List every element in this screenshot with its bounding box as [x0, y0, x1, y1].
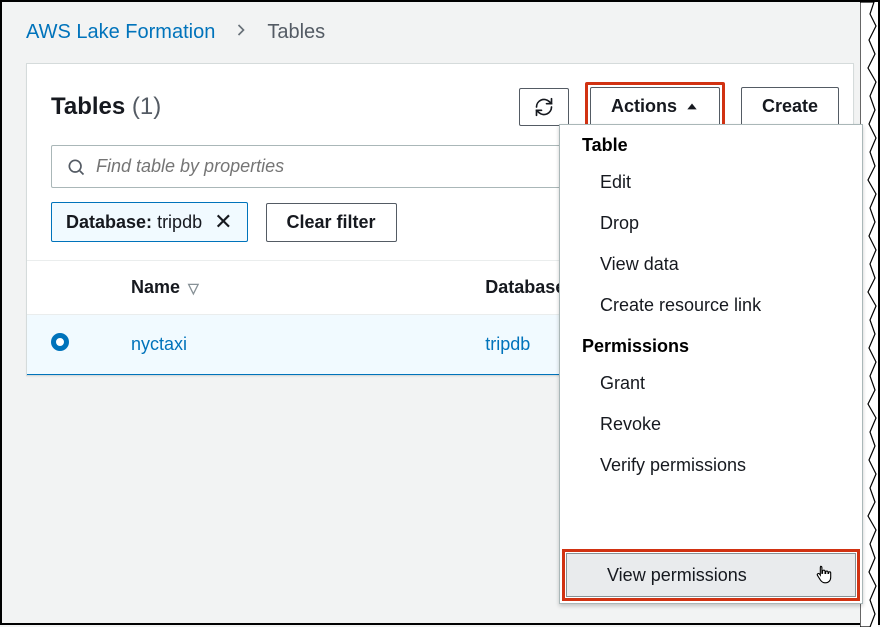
- refresh-button[interactable]: [519, 88, 569, 126]
- tables-panel: Tables (1) Actions Create Database: trip…: [26, 63, 854, 376]
- breadcrumb-root-link[interactable]: AWS Lake Formation: [26, 21, 215, 44]
- dropdown-item-drop[interactable]: Drop: [560, 203, 862, 244]
- dropdown-section-permissions: Permissions: [560, 326, 862, 363]
- caret-up-icon: [685, 100, 699, 114]
- refresh-icon: [534, 97, 554, 117]
- create-button[interactable]: Create: [741, 87, 839, 126]
- page-title: Tables (1): [51, 93, 503, 121]
- filter-chip-database[interactable]: Database: tripdb ✕: [51, 202, 248, 242]
- chevron-right-icon: [231, 20, 251, 45]
- dropdown-item-grant[interactable]: Grant: [560, 363, 862, 404]
- dropdown-item-create-resource-link[interactable]: Create resource link: [560, 285, 862, 326]
- close-icon[interactable]: ✕: [214, 211, 232, 233]
- view-permissions-highlight: View permissions: [562, 549, 860, 601]
- sort-icon: ▽: [188, 280, 199, 296]
- breadcrumb-current: Tables: [267, 21, 325, 44]
- cursor-pointer-icon: [813, 564, 833, 586]
- actions-dropdown: Table Edit Drop View data Create resourc…: [559, 124, 863, 604]
- clear-filter-button[interactable]: Clear filter: [266, 203, 397, 242]
- dropdown-item-edit[interactable]: Edit: [560, 162, 862, 203]
- dropdown-item-view-data[interactable]: View data: [560, 244, 862, 285]
- radio-selected-icon[interactable]: [51, 333, 69, 351]
- breadcrumb: AWS Lake Formation Tables: [2, 2, 878, 63]
- dropdown-item-view-permissions[interactable]: View permissions: [566, 553, 856, 597]
- dropdown-section-table: Table: [560, 125, 862, 162]
- column-header-name[interactable]: Name▽: [107, 261, 461, 315]
- dropdown-item-revoke[interactable]: Revoke: [560, 404, 862, 445]
- row-name-link[interactable]: nyctaxi: [107, 315, 461, 375]
- dropdown-item-verify-permissions[interactable]: Verify permissions: [560, 445, 862, 486]
- actions-button[interactable]: Actions: [590, 87, 720, 126]
- search-icon: [66, 157, 86, 177]
